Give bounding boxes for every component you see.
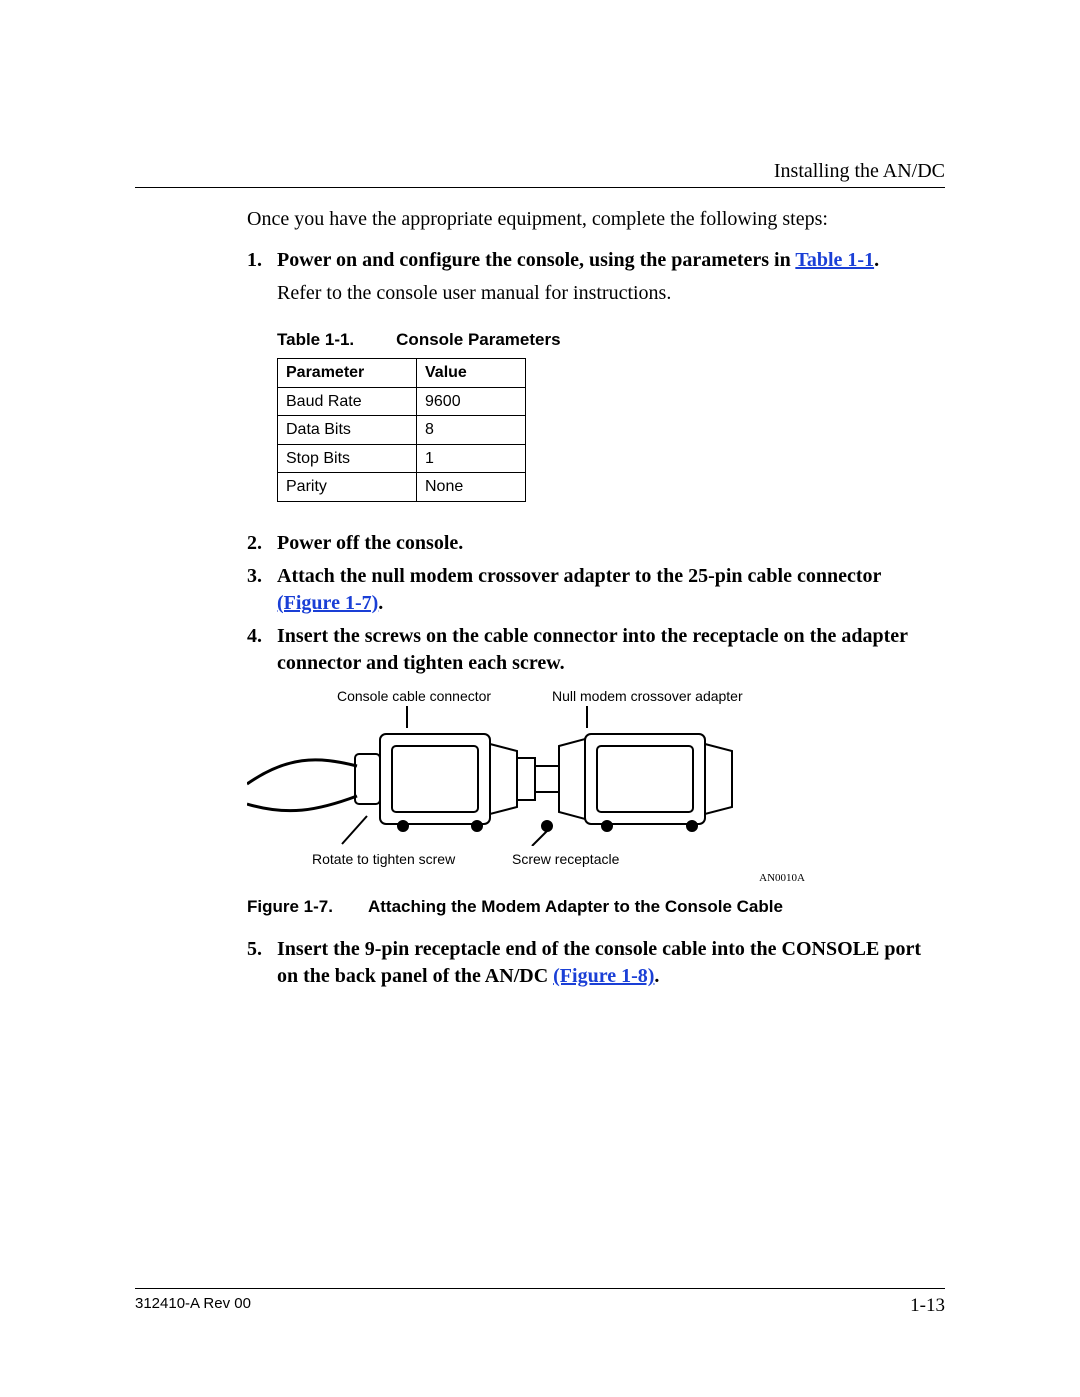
callout-console-cable-connector: Console cable connector <box>337 687 552 706</box>
console-parameters-table: Parameter Value Baud Rate9600 Data Bits8… <box>277 358 526 502</box>
step-3-text-b: . <box>378 592 383 614</box>
table-header-row: Parameter Value <box>278 358 526 387</box>
table-row: Baud Rate9600 <box>278 387 526 416</box>
step-5: 5. Insert the 9-pin receptacle end of th… <box>247 936 945 990</box>
step-number: 5. <box>247 936 277 990</box>
page-footer: 312410-A Rev 00 1-13 <box>135 1288 945 1317</box>
step-number: 4. <box>247 623 277 677</box>
table-row: Stop Bits1 <box>278 444 526 473</box>
step-number: 1. <box>247 247 277 524</box>
figure-caption-num: Figure 1-7. <box>247 897 333 916</box>
step-5-text-b: . <box>654 965 659 987</box>
step-2-text: Power off the console. <box>277 530 945 557</box>
figure-caption: Figure 1-7. Attaching the Modem Adapter t… <box>247 896 945 919</box>
doc-number: 312410-A Rev 00 <box>135 1295 251 1317</box>
col-parameter: Parameter <box>278 358 417 387</box>
step-1-text-b: . <box>874 249 879 271</box>
step-3-text-a: Attach the null modem crossover adapter … <box>277 565 881 587</box>
footer-rule <box>135 1288 945 1289</box>
table-caption-title: Console Parameters <box>396 330 560 349</box>
figure-1-7: Console cable connector Null modem cross… <box>247 687 945 919</box>
table-row: Data Bits8 <box>278 416 526 445</box>
table-caption-num: Table 1-1. <box>277 330 354 349</box>
step-list-cont: 5. Insert the 9-pin receptacle end of th… <box>247 936 945 990</box>
body-content: Once you have the appropriate equipment,… <box>247 206 945 990</box>
step-1-sub: Refer to the console user manual for ins… <box>277 280 945 307</box>
step-number: 3. <box>247 563 277 617</box>
page-number: 1-13 <box>910 1295 945 1317</box>
step-list: 1. Power on and configure the console, u… <box>247 247 945 677</box>
table-row: ParityNone <box>278 473 526 502</box>
step-4: 4. Insert the screws on the cable connec… <box>247 623 945 677</box>
callout-screw-receptacle: Screw receptacle <box>512 850 619 869</box>
intro-text: Once you have the appropriate equipment,… <box>247 206 945 233</box>
figure-1-8-link[interactable]: (Figure 1-8) <box>553 965 654 987</box>
step-4-text: Insert the screws on the cable connector… <box>277 623 945 677</box>
running-header: Installing the AN/DC <box>135 160 945 183</box>
callout-rotate-screw: Rotate to tighten screw <box>312 850 512 869</box>
header-rule <box>135 187 945 188</box>
table-caption: Table 1-1. Console Parameters <box>277 329 945 352</box>
step-1-text-a: Power on and configure the console, usin… <box>277 249 795 271</box>
step-1: 1. Power on and configure the console, u… <box>247 247 945 524</box>
figure-1-7-link[interactable]: (Figure 1-7) <box>277 592 378 614</box>
page: Installing the AN/DC Once you have the a… <box>0 0 1080 1397</box>
table-1-1-link[interactable]: Table 1-1 <box>795 249 874 271</box>
step-number: 2. <box>247 530 277 557</box>
callout-null-modem-adapter: Null modem crossover adapter <box>552 687 743 706</box>
step-3: 3. Attach the null modem crossover adapt… <box>247 563 945 617</box>
col-value: Value <box>417 358 526 387</box>
step-2: 2. Power off the console. <box>247 530 945 557</box>
figure-id: AN0010A <box>247 871 805 886</box>
connector-diagram <box>247 706 807 846</box>
figure-caption-title: Attaching the Modem Adapter to the Conso… <box>368 897 783 916</box>
